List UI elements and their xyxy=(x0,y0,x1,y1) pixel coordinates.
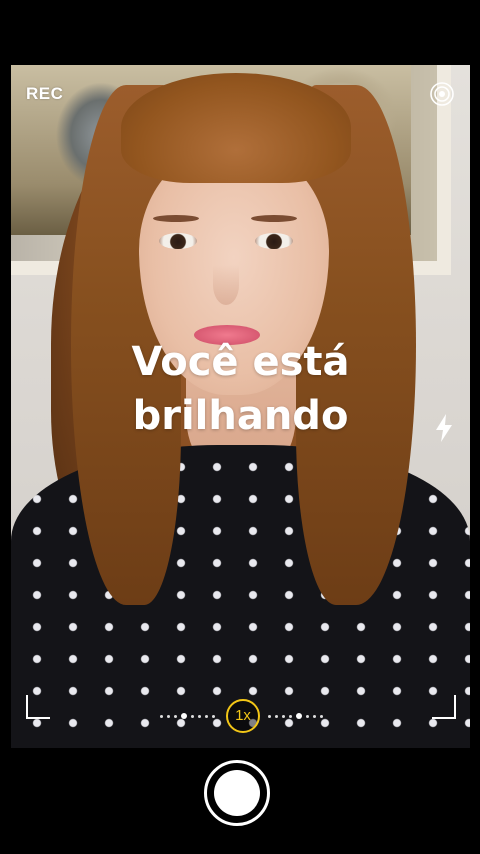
shutter-button[interactable] xyxy=(214,770,260,816)
right-eye xyxy=(255,233,293,249)
zoom-ticks-right xyxy=(268,713,323,719)
target-rings-icon[interactable] xyxy=(429,81,455,107)
zoom-slider[interactable]: 1x xyxy=(156,699,326,733)
overlay-line-2: brilhando xyxy=(132,393,349,439)
camera-screen: REC Você está brilhando 1x xyxy=(0,0,480,854)
shutter-ring[interactable] xyxy=(204,760,270,826)
rec-label: REC xyxy=(26,84,64,103)
hair-top xyxy=(121,73,351,183)
right-eyebrow xyxy=(251,215,297,222)
left-eyebrow xyxy=(153,215,199,222)
compliment-overlay: Você está brilhando xyxy=(11,335,470,443)
left-eye xyxy=(159,233,197,249)
frame-corner-bottom-left xyxy=(26,695,50,719)
zoom-ticks-left xyxy=(160,713,215,719)
frame-corner-bottom-right xyxy=(432,695,456,719)
lightning-bolt-icon[interactable] xyxy=(432,413,456,443)
zoom-level-button[interactable]: 1x xyxy=(226,699,260,733)
camera-viewfinder: REC Você está brilhando 1x xyxy=(11,65,470,748)
overlay-line-1: Você está xyxy=(131,339,350,385)
nose xyxy=(213,265,239,305)
